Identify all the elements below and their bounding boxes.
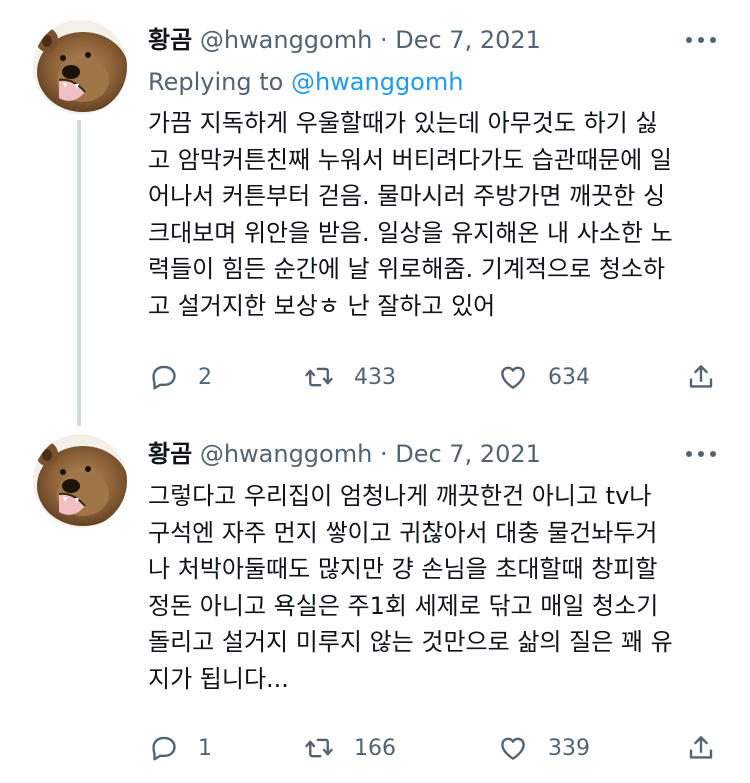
retweet-icon xyxy=(305,738,333,758)
tweet-date[interactable]: Dec 7, 2021 xyxy=(395,26,541,54)
reply-icon xyxy=(152,736,176,761)
tweet-text-line: 그렇다고 우리집이 엄청나게 깨끗한건 아니고 tv나 xyxy=(148,482,652,510)
avatar[interactable] xyxy=(33,434,127,528)
tweet-text-line: 고 설거지한 보상ㅎ 난 잘하고 있어 xyxy=(148,291,496,320)
tweet[interactable]: 황곰 @hwanggomh · Dec 7, 2021 그렇다고 우리집이 엄청… xyxy=(0,410,750,783)
display-name[interactable]: 황곰 xyxy=(148,26,192,54)
tweet-text: 그렇다고 우리집이 엄청나게 깨끗한건 아니고 tv나 구석엔 자주 먼지 쌓이… xyxy=(148,478,718,697)
tweet-header: 황곰 @hwanggomh · Dec 7, 2021 xyxy=(148,436,541,472)
retweet-button[interactable]: 166 xyxy=(304,728,396,768)
action-bar: 1 166 339 xyxy=(148,728,723,768)
user-handle[interactable]: @hwanggomh xyxy=(200,26,373,54)
reply-button[interactable]: 2 xyxy=(148,357,212,397)
bear-avatar-image xyxy=(33,20,127,114)
separator-dot: · xyxy=(379,26,388,54)
more-icon[interactable] xyxy=(686,436,716,472)
tweet-text-line: 돌리고 설거지 미루지 않는 것만으로 삶의 질은 꽤 유 xyxy=(148,628,673,656)
thread-line xyxy=(77,120,81,426)
display-name[interactable]: 황곰 xyxy=(148,440,192,468)
share-button[interactable] xyxy=(686,728,716,768)
retweet-icon xyxy=(305,367,333,387)
share-button[interactable] xyxy=(686,357,716,397)
retweet-count: 433 xyxy=(354,364,396,390)
tweet-text-line: 정돈 아니고 욕실은 주1회 세제로 닦고 매일 청소기 xyxy=(148,591,659,620)
heart-icon xyxy=(501,737,525,760)
retweet-button[interactable]: 433 xyxy=(304,357,396,397)
user-handle[interactable]: @hwanggomh xyxy=(200,440,373,468)
tweet-text-line: 구석엔 자주 먼지 쌓이고 귀찮아서 대충 물건놔두거 xyxy=(148,518,658,547)
tweet-text-line: 나 처박아둘때도 많지만 걍 손님을 초대할때 창피할 xyxy=(148,555,658,583)
reply-count: 2 xyxy=(198,364,212,390)
reply-button[interactable]: 1 xyxy=(148,728,212,768)
tweet[interactable]: 황곰 @hwanggomh · Dec 7, 2021 Replying to … xyxy=(0,0,750,426)
tweet-text-line: 크대보며 위안을 받음. 일상을 유지해온 내 사소한 노 xyxy=(148,218,673,247)
action-bar: 2 433 634 xyxy=(148,357,723,397)
reply-count: 1 xyxy=(198,735,212,761)
tweet-text-line: 력들이 힘든 순간에 날 위로해줌. 기계적으로 청소하 xyxy=(148,255,666,283)
replying-prefix: Replying to xyxy=(148,68,284,96)
tweet-date[interactable]: Dec 7, 2021 xyxy=(395,440,541,468)
replying-to: Replying to @hwanggomh xyxy=(148,64,463,100)
like-count: 634 xyxy=(548,364,590,390)
share-icon xyxy=(689,736,713,759)
tweet-text-line: 지가 됩니다... xyxy=(148,664,289,693)
bear-avatar-image xyxy=(33,434,127,528)
tweet-text: 가끔 지독하게 우울할때가 있는데 아무것도 하기 싫 고 암막커튼친째 누워서… xyxy=(148,105,718,324)
heart-icon xyxy=(501,366,525,389)
reply-icon xyxy=(152,365,176,390)
tweet-text-line: 가끔 지독하게 우울할때가 있는데 아무것도 하기 싫 xyxy=(148,109,658,137)
share-icon xyxy=(689,365,713,388)
like-button[interactable]: 339 xyxy=(498,728,590,768)
like-button[interactable]: 634 xyxy=(498,357,590,397)
retweet-count: 166 xyxy=(354,735,396,761)
replying-handle-link[interactable]: @hwanggomh xyxy=(291,68,464,96)
separator-dot: · xyxy=(379,440,388,468)
like-count: 339 xyxy=(548,735,590,761)
avatar[interactable] xyxy=(33,20,127,114)
tweet-header: 황곰 @hwanggomh · Dec 7, 2021 xyxy=(148,22,541,58)
tweet-text-line: 고 암막커튼친째 누워서 버티려다가도 습관때문에 일 xyxy=(148,145,672,174)
tweet-text-line: 어나서 커튼부터 걷음. 물마시러 주방가면 깨끗한 싱 xyxy=(148,182,666,210)
more-icon[interactable] xyxy=(686,22,716,58)
